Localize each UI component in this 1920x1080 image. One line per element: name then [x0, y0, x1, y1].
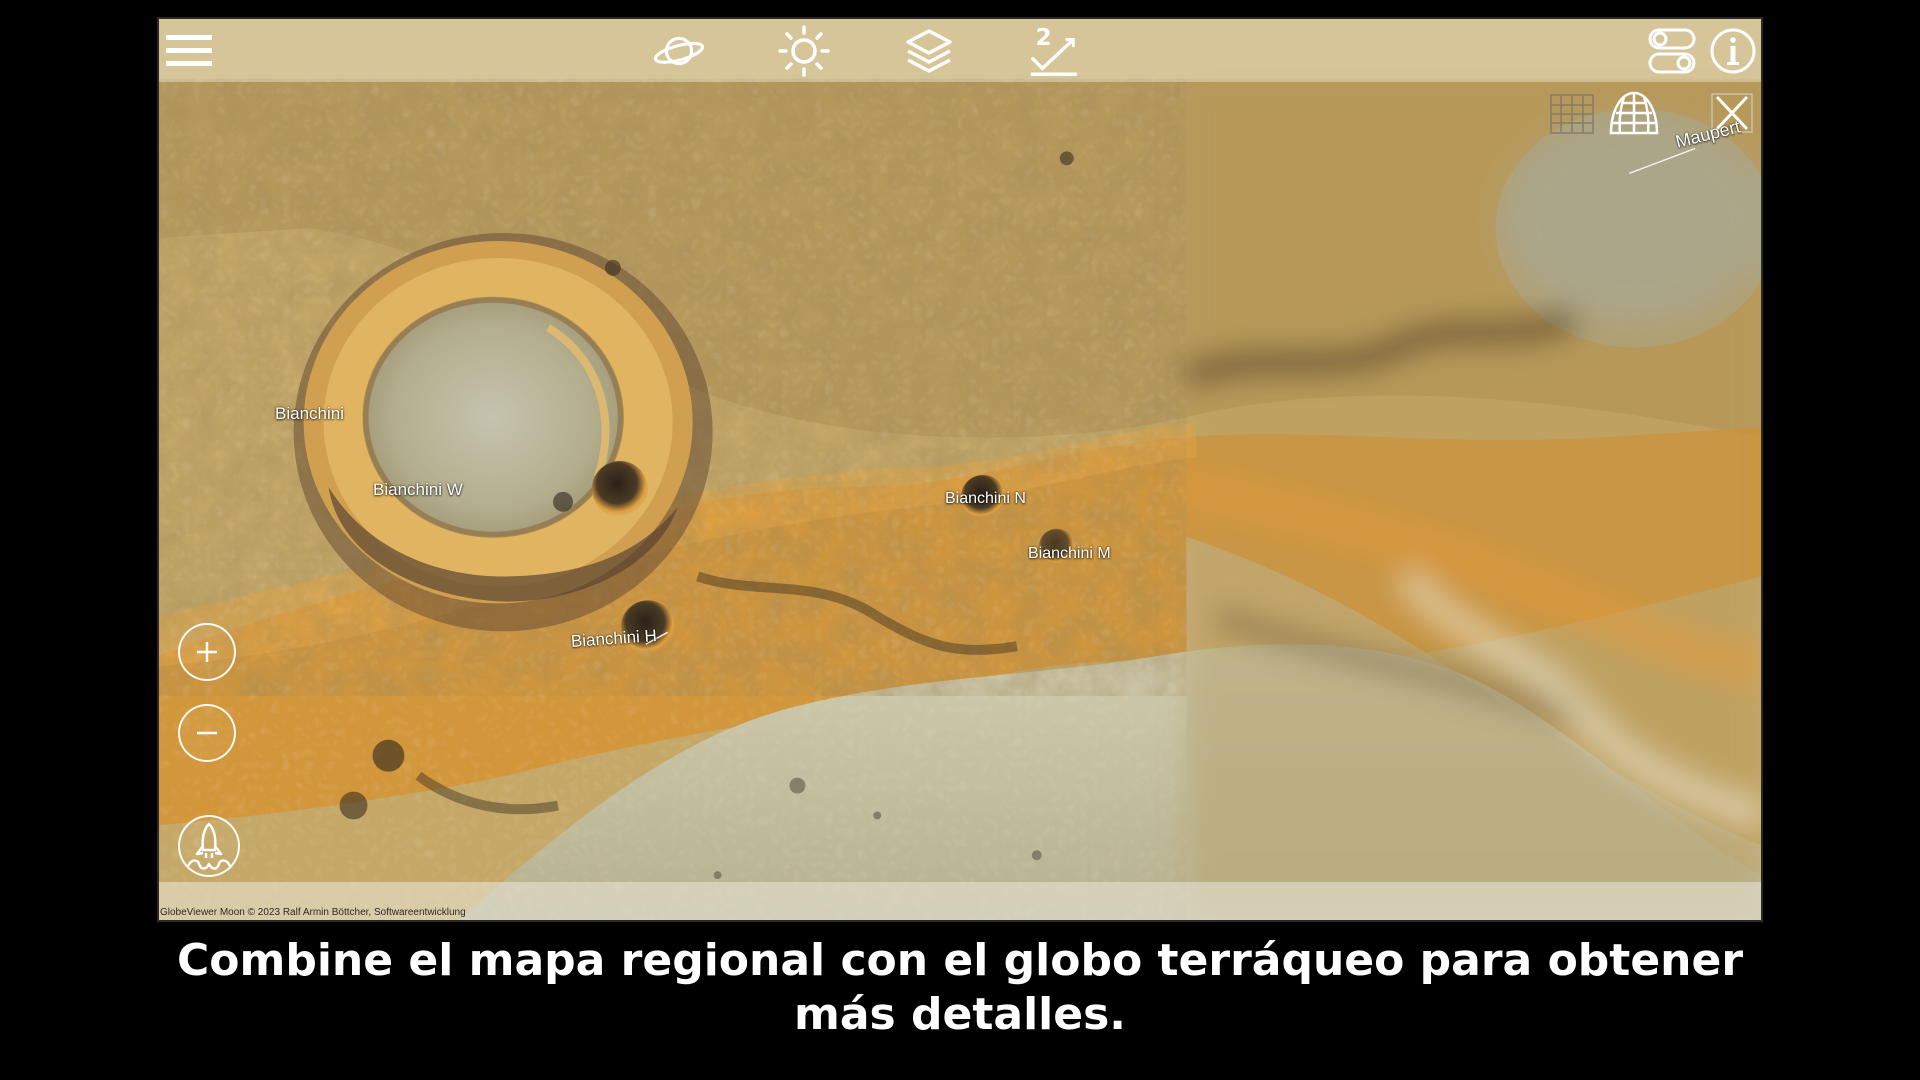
settings-toggle-button[interactable]	[1645, 27, 1699, 75]
top-toolbar: 2	[159, 19, 1761, 82]
lunar-terrain-map[interactable]	[159, 19, 1761, 920]
globe-grid-icon[interactable]	[1607, 89, 1661, 137]
label-bianchini-w: Bianchini W	[373, 480, 463, 499]
settings-toggle-icon	[1648, 28, 1696, 74]
rocket-button[interactable]	[178, 815, 240, 877]
sun-icon	[778, 25, 830, 77]
layers-icon	[906, 29, 952, 73]
globeviewer-app-window: 2 Bianchini Bianchini W Bianchini N Bian…	[157, 17, 1763, 922]
rocket-icon	[186, 822, 232, 870]
caption-text: Combine el mapa regional con el globo te…	[176, 935, 1744, 1040]
zoom-in-button[interactable]	[178, 623, 236, 681]
minus-icon	[197, 731, 217, 735]
layers-button[interactable]	[902, 27, 956, 75]
label-bianchini-n: Bianchini N	[945, 490, 1026, 507]
measure-icon: 2	[1030, 25, 1078, 76]
zoom-out-button[interactable]	[178, 704, 236, 762]
measure-button[interactable]: 2	[1027, 25, 1081, 76]
info-icon	[1710, 28, 1756, 74]
crater-bianchini	[293, 233, 713, 632]
label-bianchini-m: Bianchini M	[1028, 545, 1111, 562]
menu-icon	[166, 35, 212, 66]
measure-badge: 2	[1036, 25, 1052, 51]
copyright-text: GlobeViewer Moon © 2023 Ralf Armin Böttc…	[160, 907, 466, 918]
status-bar: GlobeViewer Moon © 2023 Ralf Armin Böttc…	[159, 882, 1761, 920]
planet-button[interactable]	[652, 27, 706, 75]
menu-button[interactable]	[162, 27, 216, 75]
planet-icon	[653, 36, 705, 66]
grid-icon[interactable]	[1549, 93, 1595, 135]
info-button[interactable]	[1706, 27, 1760, 75]
sun-button[interactable]	[777, 25, 831, 77]
label-bianchini: Bianchini	[275, 404, 344, 423]
plus-icon	[197, 642, 217, 662]
